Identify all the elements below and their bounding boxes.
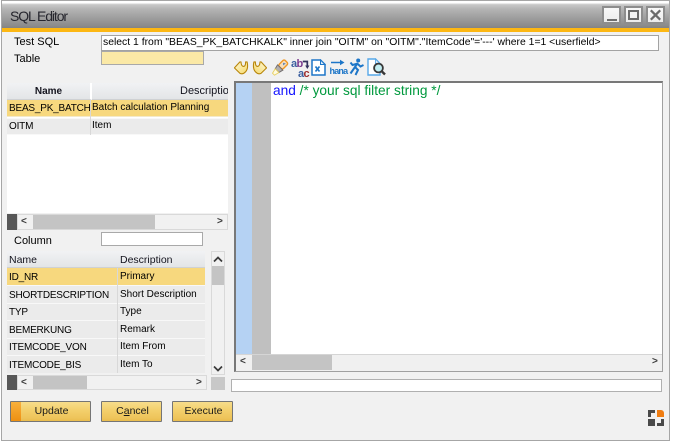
- svg-text:hana: hana: [330, 66, 350, 76]
- svg-text:c: c: [304, 68, 310, 78]
